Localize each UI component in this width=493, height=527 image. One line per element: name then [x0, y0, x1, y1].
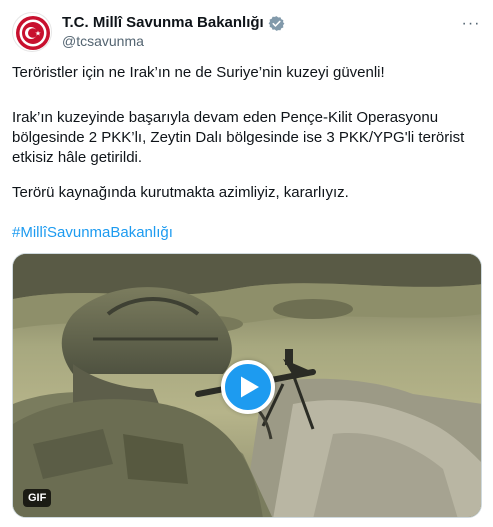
tweet-paragraph-2: Irak’ın kuzeyinde başarıyla devam eden P… [12, 109, 465, 166]
tweet-paragraph-1: Teröristler için ne Irak’ın ne de Suriye… [12, 64, 385, 81]
tweet-media-gif[interactable]: GIF [12, 253, 482, 518]
tweet-header: T.C. Millî Savunma Bakanlığı @tcsavunma … [12, 12, 481, 52]
verified-badge-icon [268, 15, 285, 31]
more-options-icon[interactable]: ··· [461, 14, 481, 34]
author-line: T.C. Millî Savunma Bakanlığı [62, 14, 285, 32]
avatar[interactable] [12, 12, 52, 52]
author-name[interactable]: T.C. Millî Savunma Bakanlığı [62, 14, 264, 32]
author-handle[interactable]: @tcsavunma [62, 33, 144, 50]
tweet-card: T.C. Millî Savunma Bakanlığı @tcsavunma … [0, 0, 493, 527]
tweet-paragraph-3: Terörü kaynağında kurutmakta azimliyiz, … [12, 184, 349, 201]
gif-badge: GIF [23, 489, 52, 507]
play-icon [241, 376, 259, 398]
play-button[interactable] [221, 360, 275, 414]
ministry-logo [16, 16, 50, 50]
hashtag-link[interactable]: #MillîSavunmaBakanlığı [12, 223, 481, 243]
